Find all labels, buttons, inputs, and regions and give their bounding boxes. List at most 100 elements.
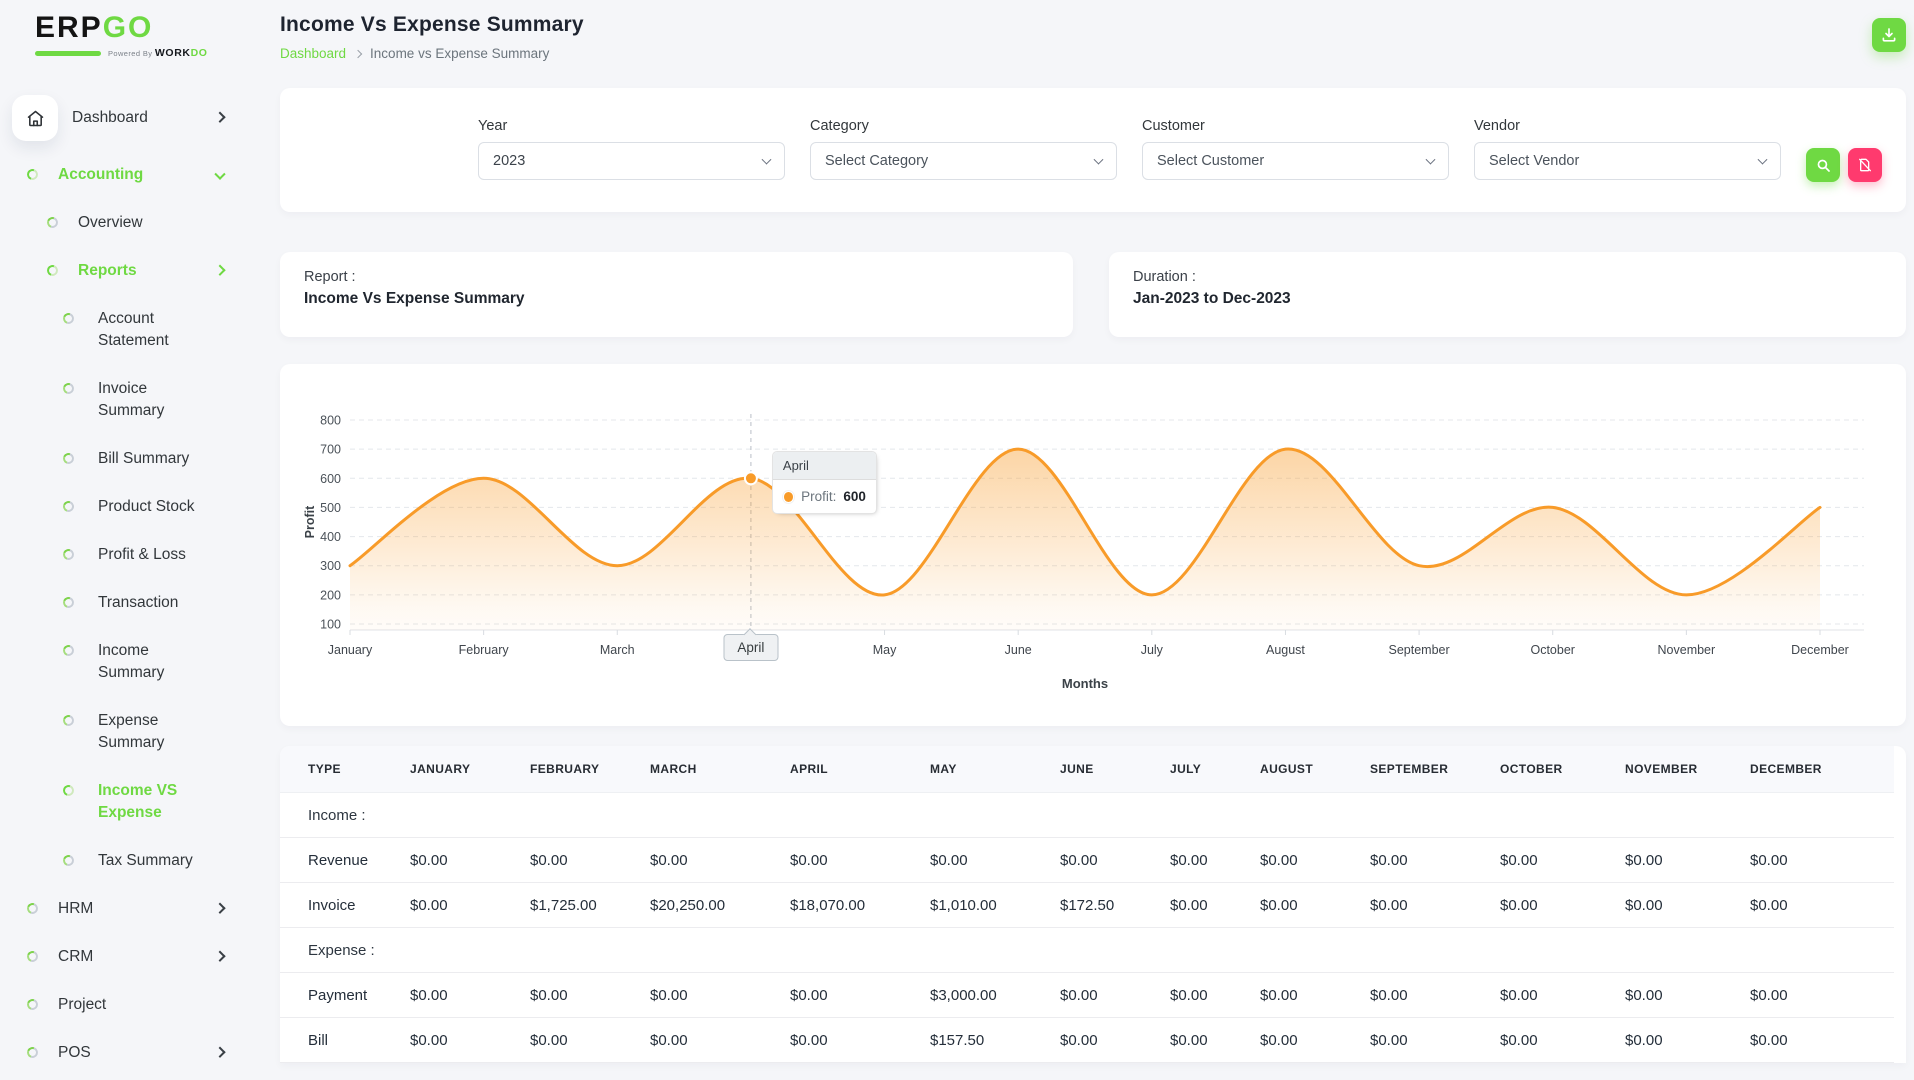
donut-icon bbox=[25, 997, 40, 1012]
svg-text:200: 200 bbox=[320, 588, 341, 602]
download-button[interactable] bbox=[1872, 18, 1906, 52]
filter-vendor: Vendor Select Vendor bbox=[1474, 88, 1781, 180]
chevron-down-icon bbox=[1425, 154, 1436, 165]
year-select[interactable]: 2023 bbox=[478, 142, 785, 180]
sidebar-item-label: Invoice Summary bbox=[98, 380, 165, 419]
category-select[interactable]: Select Category bbox=[810, 142, 1117, 180]
sidebar-item-label: Transaction bbox=[98, 594, 179, 611]
report-label: Report : bbox=[304, 269, 356, 285]
sidebar-item-pos[interactable]: POS bbox=[0, 1029, 240, 1077]
sidebar-item-profit-loss[interactable]: Profit & Loss bbox=[0, 531, 240, 579]
sidebar-item-product-stock[interactable]: Product Stock bbox=[0, 483, 240, 531]
customer-select[interactable]: Select Customer bbox=[1142, 142, 1449, 180]
column-header: JANUARY bbox=[400, 746, 520, 793]
sidebar-item-transaction[interactable]: Transaction bbox=[0, 579, 240, 627]
sidebar-item-accounting[interactable]: Accounting bbox=[0, 151, 240, 199]
chart-canvas: 100 200 300 400 500 600 700 800 January February M… bbox=[303, 414, 1864, 691]
sidebar-item-income-vs-expense[interactable]: Income VS Expense bbox=[0, 767, 240, 837]
amount-cell: $0.00 bbox=[1740, 882, 1894, 928]
sidebar-item-hrm[interactable]: HRM bbox=[0, 885, 240, 933]
sidebar-item-label: Profit & Loss bbox=[98, 546, 186, 563]
donut-icon bbox=[61, 595, 76, 610]
amount-cell: $0.00 bbox=[1740, 972, 1894, 1018]
column-header: NOVEMBER bbox=[1615, 746, 1740, 793]
svg-text:January: January bbox=[328, 643, 373, 657]
x-axis-tooltip: April bbox=[723, 634, 779, 661]
column-header: SEPTEMBER bbox=[1360, 746, 1490, 793]
sidebar-item-label: Product Stock bbox=[98, 498, 195, 515]
breadcrumb-dashboard-link[interactable]: Dashboard bbox=[280, 46, 346, 61]
reset-filter-button[interactable] bbox=[1848, 148, 1882, 182]
amount-cell: $0.00 bbox=[1160, 972, 1250, 1018]
row-label: Revenue bbox=[280, 837, 400, 883]
svg-text:700: 700 bbox=[320, 443, 341, 457]
file-slash-icon bbox=[1857, 157, 1873, 173]
amount-cell: $0.00 bbox=[1360, 882, 1490, 928]
main-content: Income Vs Expense Summary Dashboard Inco… bbox=[240, 0, 1914, 1080]
sidebar-item-overview[interactable]: Overview bbox=[0, 199, 240, 247]
amount-cell: $0.00 bbox=[520, 1017, 640, 1063]
duration-value: Jan-2023 to Dec-2023 bbox=[1133, 290, 1291, 307]
svg-text:Profit: Profit bbox=[303, 505, 317, 538]
table-row: Revenue $0.00 $0.00 $0.00 $0.00 $0.00 $0.00 $0.… bbox=[280, 837, 1894, 883]
chevron-right-icon bbox=[214, 1046, 226, 1058]
apply-filter-button[interactable] bbox=[1806, 148, 1840, 182]
chevron-down-icon bbox=[1093, 154, 1104, 165]
income-expense-table-card: TYPE JANUARY FEBRUARY MARCH APRIL MAY JUNE JULY… bbox=[280, 746, 1906, 1063]
sidebar-item-tax-summary[interactable]: Tax Summary bbox=[0, 837, 240, 885]
donut-icon bbox=[61, 381, 76, 396]
amount-cell: $0.00 bbox=[1360, 972, 1490, 1018]
svg-text:500: 500 bbox=[320, 501, 341, 515]
search-icon bbox=[1815, 157, 1832, 174]
duration-card: Duration : Jan-2023 to Dec-2023 bbox=[1109, 252, 1906, 337]
amount-cell: $0.00 bbox=[640, 972, 780, 1018]
report-value: Income Vs Expense Summary bbox=[304, 290, 525, 307]
sidebar-item-label: POS bbox=[58, 1044, 91, 1061]
donut-icon bbox=[25, 901, 40, 916]
sidebar-item-reports[interactable]: Reports bbox=[0, 247, 240, 295]
sidebar-item-invoice-summary[interactable]: Invoice Summary bbox=[0, 365, 240, 435]
amount-cell: $20,250.00 bbox=[640, 882, 780, 928]
sidebar-item-expense-summary[interactable]: Expense Summary bbox=[0, 697, 240, 767]
report-card: Report : Income Vs Expense Summary bbox=[280, 252, 1073, 337]
amount-cell: $0.00 bbox=[1160, 837, 1250, 883]
vendor-select[interactable]: Select Vendor bbox=[1474, 142, 1781, 180]
amount-cell: $0.00 bbox=[1250, 882, 1360, 928]
amount-cell: $3,000.00 bbox=[920, 972, 1050, 1018]
svg-text:February: February bbox=[459, 643, 510, 657]
donut-icon bbox=[61, 451, 76, 466]
amount-cell: $0.00 bbox=[1490, 837, 1615, 883]
donut-icon bbox=[45, 215, 60, 230]
sidebar-item-label: Tax Summary bbox=[98, 852, 193, 869]
table-section-row: Income : bbox=[280, 792, 1894, 838]
sidebar-item-account-statement[interactable]: Account Statement bbox=[0, 295, 240, 365]
amount-cell: $0.00 bbox=[400, 972, 520, 1018]
svg-text:March: March bbox=[600, 643, 635, 657]
amount-cell: $0.00 bbox=[1050, 837, 1160, 883]
amount-cell: $0.00 bbox=[1160, 1017, 1250, 1063]
filter-actions bbox=[1806, 148, 1882, 182]
summary-cards: Report : Income Vs Expense Summary Durat… bbox=[280, 252, 1906, 337]
sidebar-item-label: CRM bbox=[58, 948, 94, 965]
svg-text:300: 300 bbox=[320, 559, 341, 573]
duration-label: Duration : bbox=[1133, 269, 1196, 285]
sidebar-item-crm[interactable]: CRM bbox=[0, 933, 240, 981]
sidebar-item-income-summary[interactable]: Income Summary bbox=[0, 627, 240, 697]
chart-card: 100 200 300 400 500 600 700 800 January February M… bbox=[280, 364, 1906, 726]
chevron-down-icon bbox=[1757, 154, 1768, 165]
chevron-right-icon bbox=[214, 111, 226, 123]
profit-area-chart[interactable]: 100 200 300 400 500 600 700 800 January February M… bbox=[300, 380, 1874, 712]
svg-text:November: November bbox=[1658, 643, 1716, 657]
sidebar-item-label: Reports bbox=[78, 262, 137, 279]
sidebar-item-label: Accounting bbox=[58, 166, 144, 183]
amount-cell: $0.00 bbox=[400, 882, 520, 928]
brand-logo[interactable]: ERPGO Powered By WORKDO bbox=[0, 12, 240, 59]
amount-cell: $0.00 bbox=[400, 837, 520, 883]
sidebar-item-bill-summary[interactable]: Bill Summary bbox=[0, 435, 240, 483]
svg-text:June: June bbox=[1005, 643, 1032, 657]
sidebar-item-project[interactable]: Project bbox=[0, 981, 240, 1029]
sidebar: ERPGO Powered By WORKDO Dashboard Account… bbox=[0, 0, 240, 1080]
sidebar-item-dashboard[interactable]: Dashboard bbox=[0, 85, 240, 151]
donut-icon bbox=[45, 263, 60, 278]
amount-cell: $0.00 bbox=[1740, 1017, 1894, 1063]
